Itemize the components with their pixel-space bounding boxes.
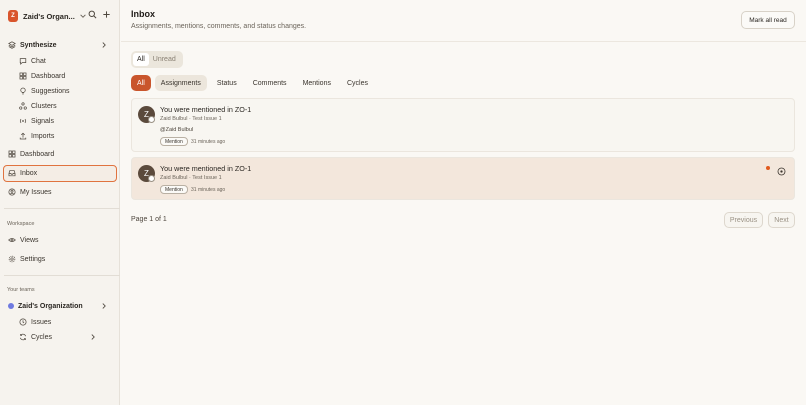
team-name: Zaid's Organization bbox=[18, 302, 83, 310]
dashboard-icon bbox=[19, 72, 27, 80]
sidebar-item-suggestions[interactable]: Suggestions bbox=[19, 84, 70, 98]
sidebar-item-settings[interactable]: Settings bbox=[8, 252, 45, 266]
sidebar-item-imports[interactable]: Imports bbox=[19, 129, 54, 143]
toggle-all[interactable]: All bbox=[133, 53, 149, 66]
org-name: Zaid's Organ... bbox=[23, 11, 75, 21]
page-header: Inbox Assignments, mentions, comments, a… bbox=[131, 9, 306, 30]
sidebar-team-zaids-organization[interactable]: Zaid's Organization bbox=[8, 299, 112, 313]
clusters-icon bbox=[19, 102, 27, 110]
header-divider bbox=[121, 41, 806, 42]
chat-icon bbox=[19, 57, 27, 65]
sidebar-item-label: Cycles bbox=[31, 333, 53, 341]
inbox-icon bbox=[8, 169, 16, 177]
filter-cycles[interactable]: Cycles bbox=[341, 75, 374, 91]
mention-status-icon bbox=[148, 175, 155, 182]
sidebar-item-cycles[interactable]: Cycles bbox=[19, 330, 101, 344]
mention-text: @Zaid Bulbul bbox=[160, 127, 194, 133]
sidebar-item-label: Settings bbox=[20, 255, 46, 263]
read-state-toggle: All Unread bbox=[131, 51, 183, 68]
toggle-unread[interactable]: Unread bbox=[149, 53, 180, 66]
mark-all-read-button[interactable]: Mark all read bbox=[741, 11, 795, 29]
next-page-button[interactable]: Next bbox=[768, 212, 795, 228]
filter-status[interactable]: Status bbox=[211, 75, 243, 91]
team-color-dot bbox=[8, 303, 14, 309]
sidebar-item-label: Dashboard bbox=[20, 150, 55, 158]
sidebar-group-label: Synthesize bbox=[20, 41, 57, 49]
notification-time: 31 minutes ago bbox=[191, 187, 226, 193]
cycles-icon bbox=[19, 333, 27, 341]
section-label-your-teams: Your teams bbox=[7, 287, 35, 293]
signals-icon bbox=[19, 117, 27, 125]
notification-meta: Zaid Bulbul · Test Issue 1 bbox=[160, 175, 222, 181]
sidebar-item-dashboard-main[interactable]: Dashboard bbox=[8, 147, 54, 161]
layers-icon bbox=[8, 41, 16, 49]
chevron-right-icon bbox=[89, 333, 97, 341]
sidebar-item-label: My Issues bbox=[20, 188, 52, 196]
filter-comments[interactable]: Comments bbox=[247, 75, 293, 91]
notification-title: You were mentioned in ZO-1 bbox=[160, 105, 252, 114]
sidebar-item-label: Inbox bbox=[20, 169, 38, 177]
pagination-status: Page 1 of 1 bbox=[131, 216, 167, 223]
sidebar-item-label: Clusters bbox=[31, 102, 57, 110]
filter-assignments[interactable]: Assignments bbox=[154, 75, 207, 91]
sidebar-item-views[interactable]: Views bbox=[8, 233, 39, 247]
sidebar-item-chat[interactable]: Chat bbox=[19, 54, 46, 68]
sidebar-item-clusters[interactable]: Clusters bbox=[19, 99, 57, 113]
mention-status-icon bbox=[148, 116, 155, 123]
sidebar-item-my-issues[interactable]: My Issues bbox=[8, 185, 52, 199]
sidebar-item-issues[interactable]: Issues bbox=[19, 315, 51, 329]
notification-item[interactable]: Z You were mentioned in ZO-1 Zaid Bulbul… bbox=[131, 157, 795, 200]
notification-type-badge: Mention bbox=[160, 185, 188, 194]
org-avatar: Z bbox=[8, 10, 18, 22]
notification-item[interactable]: Z You were mentioned in ZO-1 Zaid Bulbul… bbox=[131, 98, 795, 152]
page-title: Inbox bbox=[131, 9, 155, 19]
notification-meta: Zaid Bulbul · Test Issue 1 bbox=[160, 116, 222, 122]
notification-type-badge: Mention bbox=[160, 137, 188, 146]
sidebar-group-synthesize[interactable]: Synthesize bbox=[8, 38, 112, 52]
user-circle-icon bbox=[8, 188, 16, 196]
dashboard-icon bbox=[8, 150, 16, 158]
main-content: Inbox Assignments, mentions, comments, a… bbox=[121, 0, 806, 405]
sidebar-item-dashboard[interactable]: Dashboard bbox=[19, 69, 65, 83]
sidebar: Z Zaid's Organ... Synthesize Chat Dashbo… bbox=[0, 0, 120, 405]
sidebar-item-label: Suggestions bbox=[31, 87, 70, 95]
filter-all[interactable]: All bbox=[131, 75, 151, 91]
chevron-right-icon bbox=[100, 302, 108, 310]
sidebar-item-signals[interactable]: Signals bbox=[19, 114, 54, 128]
sidebar-item-label: Chat bbox=[31, 57, 46, 65]
page-subtitle: Assignments, mentions, comments, and sta… bbox=[131, 23, 307, 30]
mark-read-icon[interactable] bbox=[777, 167, 786, 176]
lightbulb-icon bbox=[19, 87, 27, 95]
upload-icon bbox=[19, 132, 27, 140]
issues-icon bbox=[19, 318, 27, 326]
chevron-right-icon bbox=[100, 41, 108, 49]
plus-icon[interactable] bbox=[102, 10, 111, 19]
notification-title: You were mentioned in ZO-1 bbox=[160, 164, 252, 173]
section-label-workspace: Workspace bbox=[7, 221, 35, 227]
unread-dot bbox=[766, 166, 770, 170]
sidebar-item-label: Dashboard bbox=[31, 72, 66, 80]
filter-tabs: All Assignments Status Comments Mentions… bbox=[131, 75, 374, 91]
search-icon[interactable] bbox=[88, 10, 97, 19]
sidebar-divider bbox=[4, 275, 120, 276]
gear-icon bbox=[8, 255, 16, 263]
sidebar-item-label: Imports bbox=[31, 132, 55, 140]
sidebar-item-label: Signals bbox=[31, 117, 54, 125]
sidebar-item-inbox[interactable]: Inbox bbox=[8, 166, 37, 180]
notification-time: 31 minutes ago bbox=[191, 139, 226, 145]
eye-icon bbox=[8, 236, 16, 244]
sidebar-item-label: Views bbox=[20, 236, 39, 244]
previous-page-button[interactable]: Previous bbox=[724, 212, 763, 228]
sidebar-divider bbox=[4, 208, 120, 209]
sidebar-item-label: Issues bbox=[31, 318, 52, 326]
chevron-down-icon bbox=[79, 12, 87, 20]
filter-mentions[interactable]: Mentions bbox=[297, 75, 337, 91]
